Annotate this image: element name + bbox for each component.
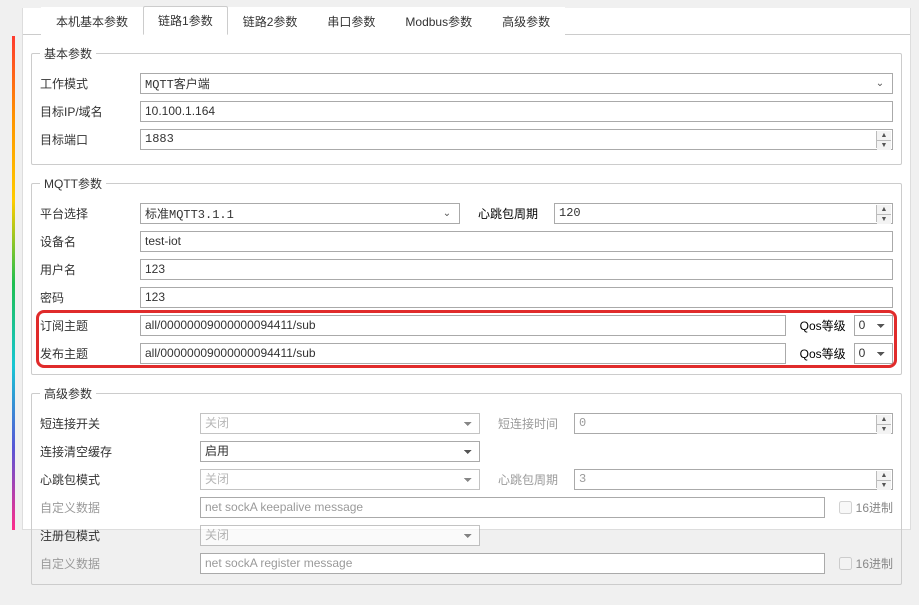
hex-checkbox1: 16进制: [839, 499, 893, 516]
register-mode-select: 关闭: [200, 525, 480, 546]
publish-qos-select[interactable]: 0: [854, 343, 893, 364]
heartbeat-period-label: 心跳包周期: [478, 205, 548, 222]
device-name-label: 设备名: [40, 233, 140, 250]
tab-serial[interactable]: 串口参数: [312, 7, 390, 35]
subscribe-qos-select[interactable]: 0: [854, 315, 893, 336]
publish-topic-label: 发布主题: [40, 345, 140, 362]
basic-params-legend: 基本参数: [40, 45, 96, 62]
spin-up-icon[interactable]: ▲: [877, 131, 891, 141]
qos-label: Qos等级: [800, 317, 848, 334]
short-conn-time-spinner: ▲▼: [574, 413, 893, 434]
spinner-buttons[interactable]: ▲▼: [876, 205, 891, 222]
short-conn-time-label: 短连接时间: [498, 415, 568, 432]
target-ip-input[interactable]: [140, 101, 893, 122]
spin-down-icon: ▼: [877, 425, 891, 434]
custom-data2-input: [200, 553, 825, 574]
heartbeat-period-spinner[interactable]: ▲▼: [554, 203, 893, 224]
heartbeat-mode-label: 心跳包模式: [40, 471, 200, 488]
password-input[interactable]: [140, 287, 893, 308]
heartbeat-period-input[interactable]: [555, 204, 892, 223]
spin-down-icon: ▼: [877, 481, 891, 490]
hex-checkbox1-box: [839, 501, 852, 514]
target-port-input[interactable]: [141, 130, 892, 149]
spin-down-icon[interactable]: ▼: [877, 215, 891, 224]
heartbeat-period2-spinner: ▲▼: [574, 469, 893, 490]
device-name-input[interactable]: [140, 231, 893, 252]
platform-label: 平台选择: [40, 205, 140, 222]
username-input[interactable]: [140, 259, 893, 280]
username-label: 用户名: [40, 261, 140, 278]
decorative-rainbow-strip: [12, 36, 15, 530]
platform-value: 标准MQTT3.1.1: [145, 205, 234, 222]
work-mode-select[interactable]: MQTT客户端 ⌄: [140, 73, 893, 94]
target-port-spinner[interactable]: ▲▼: [140, 129, 893, 150]
chevron-down-icon: ⌄: [439, 208, 455, 219]
register-mode-label: 注册包模式: [40, 527, 200, 544]
advanced-params-group: 高级参数 短连接开关 关闭 短连接时间 ▲▼ 连接清空缓存 启用: [31, 385, 902, 585]
subscribe-topic-label: 订阅主题: [40, 317, 140, 334]
heartbeat-period2-input: [575, 470, 892, 489]
tab-link1[interactable]: 链路1参数: [143, 6, 228, 35]
short-conn-switch-label: 短连接开关: [40, 415, 200, 432]
tab-local-basic[interactable]: 本机基本参数: [41, 7, 143, 35]
short-conn-time-input: [575, 414, 892, 433]
work-mode-label: 工作模式: [40, 75, 140, 92]
subscribe-topic-input[interactable]: [140, 315, 786, 336]
target-ip-label: 目标IP/域名: [40, 103, 140, 120]
qos-label: Qos等级: [800, 345, 848, 362]
platform-select[interactable]: 标准MQTT3.1.1 ⌄: [140, 203, 460, 224]
work-mode-value: MQTT客户端: [145, 75, 210, 92]
spinner-buttons: ▲▼: [876, 415, 891, 432]
clear-cache-label: 连接清空缓存: [40, 443, 200, 460]
spin-up-icon: ▲: [877, 471, 891, 481]
spin-down-icon[interactable]: ▼: [877, 141, 891, 150]
clear-cache-select[interactable]: 启用: [200, 441, 480, 462]
spinner-buttons[interactable]: ▲▼: [876, 131, 891, 148]
tab-advanced[interactable]: 高级参数: [487, 7, 565, 35]
heartbeat-period2-label: 心跳包周期: [498, 471, 568, 488]
hex-label1: 16进制: [856, 499, 893, 516]
tab-bar: 本机基本参数 链路1参数 链路2参数 串口参数 Modbus参数 高级参数: [23, 8, 910, 35]
publish-topic-input[interactable]: [140, 343, 786, 364]
config-window: 本机基本参数 链路1参数 链路2参数 串口参数 Modbus参数 高级参数 基本…: [22, 8, 911, 530]
advanced-params-legend: 高级参数: [40, 385, 96, 402]
spinner-buttons: ▲▼: [876, 471, 891, 488]
tab-link2[interactable]: 链路2参数: [228, 7, 313, 35]
spin-up-icon[interactable]: ▲: [877, 205, 891, 215]
basic-params-group: 基本参数 工作模式 MQTT客户端 ⌄ 目标IP/域名 目标端口: [31, 45, 902, 165]
hex-checkbox2-box: [839, 557, 852, 570]
chevron-down-icon: ⌄: [872, 78, 888, 89]
tab-panel: 基本参数 工作模式 MQTT客户端 ⌄ 目标IP/域名 目标端口: [23, 35, 910, 605]
target-port-label: 目标端口: [40, 131, 140, 148]
custom-data2-label: 自定义数据: [40, 555, 200, 572]
custom-data1-input: [200, 497, 825, 518]
hex-label2: 16进制: [856, 555, 893, 572]
short-conn-switch-select: 关闭: [200, 413, 480, 434]
mqtt-params-legend: MQTT参数: [40, 175, 106, 192]
mqtt-params-group: MQTT参数 平台选择 标准MQTT3.1.1 ⌄ 心跳包周期 ▲▼ 设备名: [31, 175, 902, 375]
hex-checkbox2: 16进制: [839, 555, 893, 572]
spin-up-icon: ▲: [877, 415, 891, 425]
heartbeat-mode-select: 关闭: [200, 469, 480, 490]
password-label: 密码: [40, 289, 140, 306]
tab-modbus[interactable]: Modbus参数: [390, 7, 487, 35]
custom-data1-label: 自定义数据: [40, 499, 200, 516]
